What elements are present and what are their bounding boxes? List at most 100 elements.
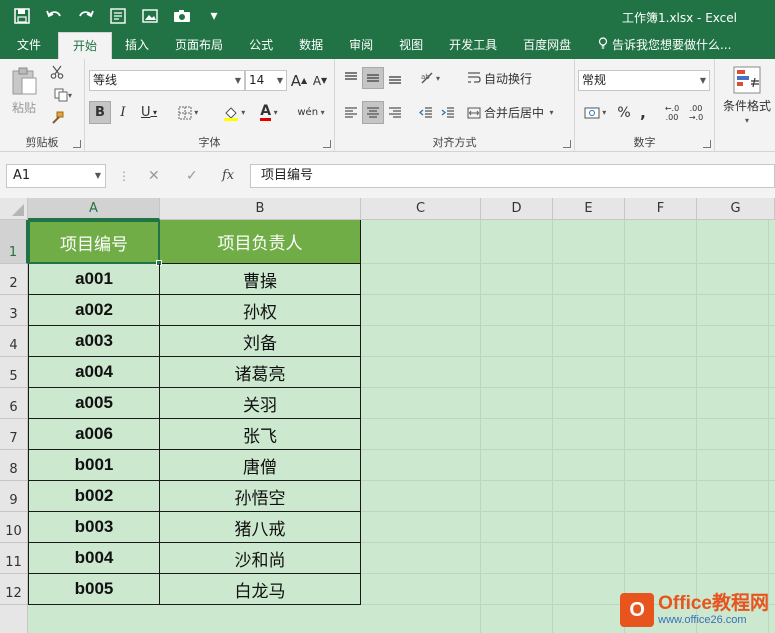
table-cell[interactable]: 诸葛亮: [160, 357, 361, 388]
tab-page-layout[interactable]: 页面布局: [162, 32, 236, 59]
decrease-decimal-icon[interactable]: .00 →.0: [685, 101, 707, 124]
clipboard-launcher[interactable]: [73, 140, 81, 148]
align-bottom-icon[interactable]: [384, 67, 406, 89]
align-right-icon[interactable]: [384, 101, 406, 124]
row-header[interactable]: 7: [0, 419, 28, 450]
column-header-d[interactable]: D: [481, 198, 553, 220]
table-cell[interactable]: 沙和尚: [160, 543, 361, 574]
form-icon[interactable]: [108, 6, 128, 26]
table-cell[interactable]: 曹操: [160, 264, 361, 295]
column-header-e[interactable]: E: [553, 198, 625, 220]
table-cell[interactable]: 刘备: [160, 326, 361, 357]
decrease-font-size-button[interactable]: A ▼: [311, 70, 329, 91]
table-cell[interactable]: a005: [28, 388, 160, 419]
camera-icon[interactable]: [172, 6, 192, 26]
wrap-text-button[interactable]: 自动换行: [467, 67, 543, 89]
redo-icon[interactable]: [76, 6, 96, 26]
increase-indent-icon[interactable]: [437, 101, 459, 124]
table-cell[interactable]: 孙权: [160, 295, 361, 326]
row-header[interactable]: 3: [0, 295, 28, 326]
row-header[interactable]: [0, 605, 28, 633]
table-cell[interactable]: b002: [28, 481, 160, 512]
font-color-button[interactable]: A ▾: [253, 101, 285, 124]
font-launcher[interactable]: [323, 140, 331, 148]
comma-style-button[interactable]: ,: [635, 101, 651, 124]
tell-me-box[interactable]: 告诉我您想要做什么...: [584, 32, 731, 59]
table-cell[interactable]: 白龙马: [160, 574, 361, 605]
picture-icon[interactable]: [140, 6, 160, 26]
table-cell[interactable]: a002: [28, 295, 160, 326]
align-top-icon[interactable]: [340, 67, 362, 89]
number-format-select[interactable]: 常规 ▼: [578, 70, 710, 91]
number-launcher[interactable]: [703, 140, 711, 148]
accounting-format-button[interactable]: ▾: [579, 101, 611, 124]
bold-button[interactable]: B: [89, 101, 111, 124]
row-header[interactable]: 1: [0, 220, 28, 264]
tab-file[interactable]: 文件: [0, 32, 58, 59]
percent-style-button[interactable]: %: [614, 101, 634, 124]
phonetic-guide-button[interactable]: wén ▾: [295, 101, 327, 124]
select-all-button[interactable]: [0, 198, 28, 220]
table-cell[interactable]: a003: [28, 326, 160, 357]
cut-icon[interactable]: [48, 63, 66, 81]
table-cell[interactable]: b004: [28, 543, 160, 574]
borders-button[interactable]: ▾: [171, 101, 205, 124]
column-header-b[interactable]: B: [160, 198, 361, 220]
tab-developer[interactable]: 开发工具: [436, 32, 510, 59]
table-cell[interactable]: a004: [28, 357, 160, 388]
customize-qat-icon[interactable]: ▾: [204, 6, 224, 26]
align-center-icon[interactable]: [362, 101, 384, 124]
align-left-icon[interactable]: [340, 101, 362, 124]
table-cell[interactable]: 猪八戒: [160, 512, 361, 543]
formula-input[interactable]: 项目编号: [250, 164, 775, 188]
merge-center-button[interactable]: 合并后居中 ▾: [467, 101, 567, 124]
tab-home[interactable]: 开始: [58, 32, 113, 59]
copy-icon[interactable]: ▾: [48, 86, 78, 104]
tab-data[interactable]: 数据: [286, 32, 336, 59]
undo-icon[interactable]: [44, 6, 64, 26]
column-header-f[interactable]: F: [625, 198, 697, 220]
paste-button[interactable]: 粘贴: [4, 63, 44, 119]
cell-b1-header[interactable]: 项目负责人: [160, 220, 361, 264]
row-header[interactable]: 2: [0, 264, 28, 295]
table-cell[interactable]: 张飞: [160, 419, 361, 450]
table-cell[interactable]: a006: [28, 419, 160, 450]
row-header[interactable]: 11: [0, 543, 28, 574]
row-header[interactable]: 4: [0, 326, 28, 357]
cell-a1-header[interactable]: 项目编号: [28, 220, 160, 264]
orientation-icon[interactable]: ab ▾: [415, 67, 445, 89]
fill-color-button[interactable]: ▾: [217, 101, 251, 124]
cancel-icon[interactable]: ✕: [148, 164, 160, 188]
increase-font-size-button[interactable]: A ▲: [290, 70, 308, 91]
row-header[interactable]: 8: [0, 450, 28, 481]
column-header-g[interactable]: G: [697, 198, 775, 220]
font-name-select[interactable]: 等线 ▼: [89, 70, 245, 91]
row-header[interactable]: 10: [0, 512, 28, 543]
insert-function-button[interactable]: fx: [222, 164, 234, 188]
worksheet-grid[interactable]: A B C D E F G 1 2 3 4 5 6 7 8 9 10 11 12…: [0, 198, 775, 633]
table-cell[interactable]: b005: [28, 574, 160, 605]
table-cell[interactable]: b003: [28, 512, 160, 543]
conditional-formatting-button[interactable]: 条件格式 ▾: [719, 63, 775, 127]
column-header-c[interactable]: C: [361, 198, 481, 220]
align-middle-icon[interactable]: [362, 67, 384, 89]
table-cell[interactable]: 孙悟空: [160, 481, 361, 512]
tab-view[interactable]: 视图: [386, 32, 436, 59]
table-cell[interactable]: a001: [28, 264, 160, 295]
row-header[interactable]: 12: [0, 574, 28, 605]
column-header-a[interactable]: A: [28, 198, 160, 220]
tab-formulas[interactable]: 公式: [236, 32, 286, 59]
row-header[interactable]: 9: [0, 481, 28, 512]
name-box[interactable]: A1 ▼: [6, 164, 106, 188]
italic-button[interactable]: I: [113, 101, 133, 124]
tab-insert[interactable]: 插入: [112, 32, 162, 59]
row-header[interactable]: 5: [0, 357, 28, 388]
font-size-select[interactable]: 14 ▼: [245, 70, 287, 91]
table-cell[interactable]: 关羽: [160, 388, 361, 419]
table-cell[interactable]: b001: [28, 450, 160, 481]
formula-bar-splitter[interactable]: ⋮: [118, 164, 130, 188]
increase-decimal-icon[interactable]: ←.0.00: [661, 101, 683, 124]
format-painter-icon[interactable]: [48, 109, 66, 127]
tab-baidu-netdisk[interactable]: 百度网盘: [510, 32, 584, 59]
enter-icon[interactable]: ✓: [186, 164, 198, 188]
